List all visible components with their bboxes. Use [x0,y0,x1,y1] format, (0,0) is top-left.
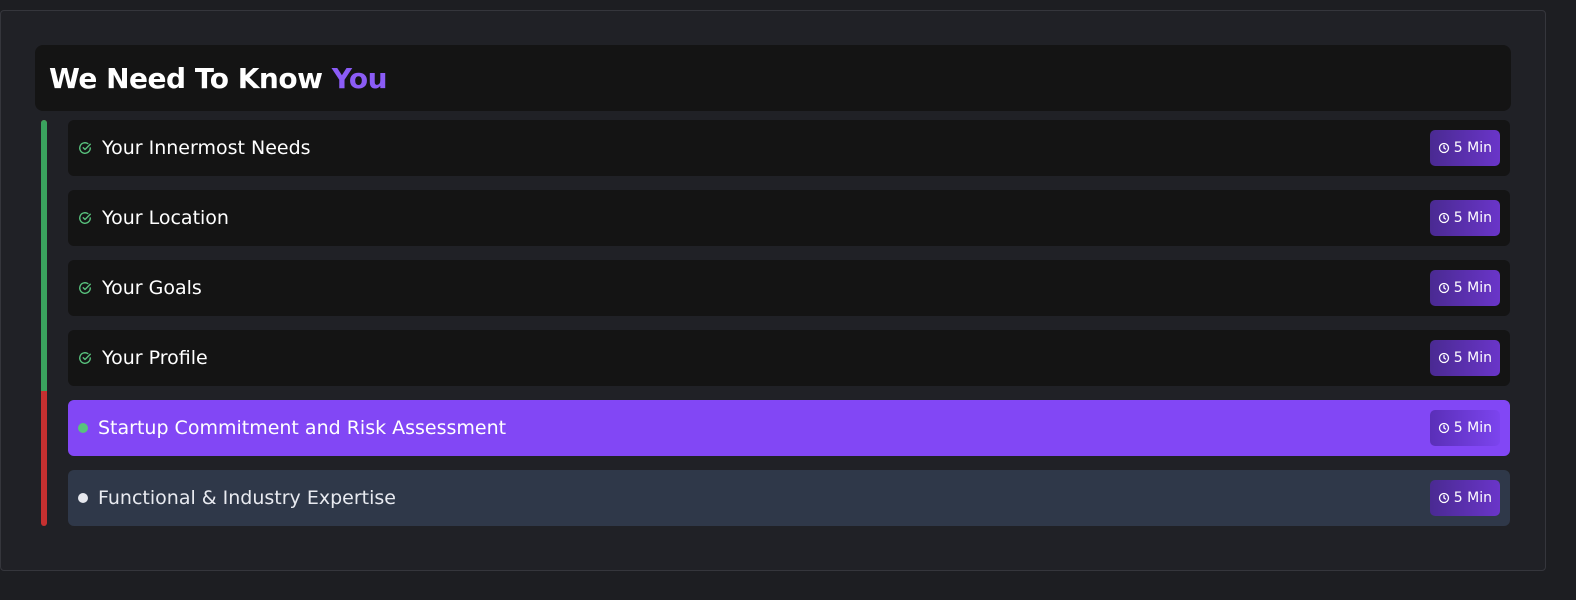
duration-badge: 5 Min [1429,130,1500,166]
step-label: Functional & Industry Expertise [98,487,396,509]
check-circle-icon [78,351,92,365]
duration-text: 5 Min [1453,210,1492,226]
duration-text: 5 Min [1453,350,1492,366]
step-item[interactable]: Your Location 5 Min [68,190,1510,246]
clock-icon [1438,282,1450,294]
duration-badge: 5 Min [1429,410,1500,446]
progress-fill [41,120,47,391]
status-dot-icon [78,493,88,503]
step-label: Your Location [102,207,229,229]
clock-icon [1438,142,1450,154]
duration-text: 5 Min [1453,280,1492,296]
step-list: Your Innermost Needs 5 Min Your Location 5 … [68,120,1510,540]
clock-icon [1438,422,1450,434]
duration-text: 5 Min [1453,140,1492,156]
duration-badge: 5 Min [1429,340,1500,376]
step-item[interactable]: Your Goals 5 Min [68,260,1510,316]
step-item[interactable]: Your Profile 5 Min [68,330,1510,386]
clock-icon [1438,212,1450,224]
step-item[interactable]: Your Innermost Needs 5 Min [68,120,1510,176]
check-circle-icon [78,211,92,225]
clock-icon [1438,352,1450,364]
clock-icon [1438,492,1450,504]
progress-track [41,120,47,526]
step-label: Your Goals [102,277,202,299]
section-header: We Need To Know You [35,45,1511,111]
step-item[interactable]: Startup Commitment and Risk Assessment 5 … [68,400,1510,456]
duration-badge: 5 Min [1429,270,1500,306]
duration-badge: 5 Min [1429,480,1500,516]
step-item[interactable]: Functional & Industry Expertise 5 Min [68,470,1510,526]
step-label: Startup Commitment and Risk Assessment [98,417,507,439]
step-label: Your Profile [102,347,208,369]
step-label: Your Innermost Needs [102,137,311,159]
check-circle-icon [78,281,92,295]
duration-text: 5 Min [1453,420,1492,436]
page-title: We Need To Know You [49,61,388,95]
duration-text: 5 Min [1453,490,1492,506]
duration-badge: 5 Min [1429,200,1500,236]
check-circle-icon [78,141,92,155]
title-accent: You [331,61,388,95]
title-prefix: We Need To Know [49,61,323,95]
status-dot-icon [78,423,88,433]
